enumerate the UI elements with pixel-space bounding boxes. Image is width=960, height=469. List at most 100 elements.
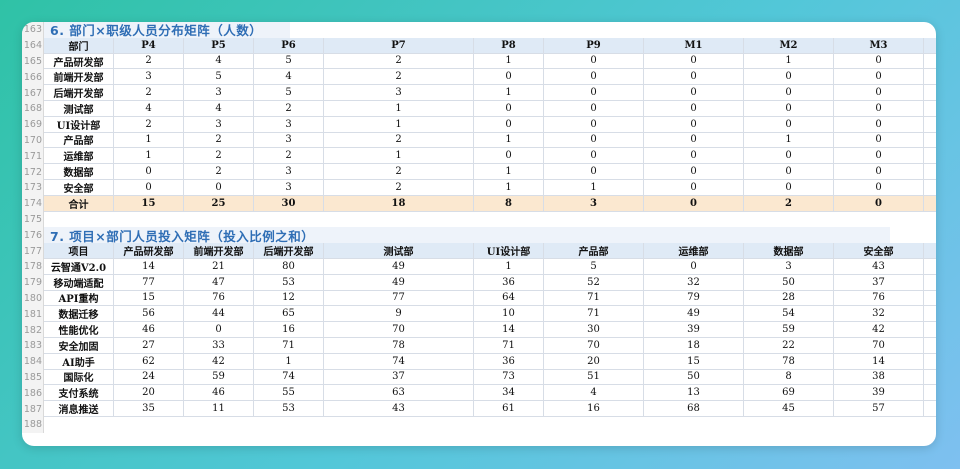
value-cell[interactable]: 50 [744,274,834,291]
value-cell[interactable]: 63 [324,385,474,402]
value-cell[interactable]: 4 [544,385,644,402]
row-label-cell[interactable]: 国际化 [44,369,114,386]
value-cell[interactable]: 47 [184,274,254,291]
value-cell[interactable]: 71 [544,290,644,307]
value-cell[interactable]: 3 [254,179,324,196]
value-cell[interactable]: 3 [744,258,834,275]
value-cell[interactable]: 32 [834,306,924,323]
row-label-cell[interactable]: 数据迁移 [44,306,114,323]
value-cell[interactable]: 44 [184,306,254,323]
value-cell[interactable]: 18 [644,337,744,354]
value-cell[interactable]: 54 [744,306,834,323]
value-cell[interactable]: 433 [924,275,936,291]
value-cell[interactable]: 22 [744,337,834,354]
value-cell[interactable]: 0 [114,164,184,180]
value-cell[interactable]: 389 [924,401,936,417]
column-header[interactable]: 合计 [924,243,936,259]
value-cell[interactable]: 9 [924,117,936,133]
value-cell[interactable]: 1 [474,258,544,275]
column-header[interactable]: 测试部 [324,243,474,259]
value-cell[interactable]: 0 [834,85,924,101]
value-cell[interactable]: 11 [184,401,254,417]
value-cell[interactable]: 343 [924,385,936,402]
value-cell[interactable]: 0 [744,116,834,133]
column-header[interactable]: P9 [544,37,644,54]
value-cell[interactable]: 1 [474,179,544,196]
value-cell[interactable]: 15 [924,54,936,70]
value-cell[interactable]: 76 [834,290,924,307]
value-cell[interactable]: 0 [544,53,644,70]
value-cell[interactable]: 1 [474,53,544,70]
value-cell[interactable]: 21 [184,258,254,275]
value-cell[interactable]: 0 [644,179,744,196]
row-label-cell[interactable]: AI助手 [44,353,114,370]
value-cell[interactable]: 4 [184,53,254,70]
value-cell[interactable]: 12 [254,290,324,307]
value-cell[interactable]: 62 [114,353,184,370]
value-cell[interactable]: 5 [544,258,644,275]
value-cell[interactable]: 101 [924,195,936,212]
value-cell[interactable]: 0 [644,164,744,180]
value-cell[interactable]: 0 [544,100,644,117]
column-header[interactable]: 产品研发部 [114,243,184,259]
value-cell[interactable]: 4 [254,69,324,86]
value-cell[interactable]: 43 [324,401,474,417]
value-cell[interactable]: 7 [924,180,936,196]
value-cell[interactable]: 77 [114,274,184,291]
value-cell[interactable]: 316 [924,322,936,338]
value-cell[interactable]: 79 [644,290,744,307]
value-cell[interactable]: 39 [644,322,744,338]
value-cell[interactable]: 68 [644,401,744,417]
value-cell[interactable]: 0 [114,179,184,196]
value-cell[interactable]: 1 [254,353,324,370]
value-cell[interactable]: 64 [474,290,544,307]
value-cell[interactable]: 15 [114,195,184,212]
value-cell[interactable]: 0 [644,116,744,133]
column-header[interactable]: P4 [114,37,184,54]
row-label-cell[interactable]: 性能优化 [44,322,114,338]
value-cell[interactable]: 1 [474,85,544,101]
row-label-cell[interactable]: 安全加固 [44,337,114,354]
value-cell[interactable]: 216 [924,259,936,275]
value-cell[interactable]: 2 [114,53,184,70]
value-cell[interactable]: 0 [834,195,924,212]
row-label-cell[interactable]: 运维部 [44,148,114,165]
column-header[interactable]: P8 [474,37,544,54]
value-cell[interactable]: 32 [644,274,744,291]
value-cell[interactable]: 0 [474,69,544,86]
value-cell[interactable]: 2 [324,69,474,86]
value-cell[interactable]: 24 [114,369,184,386]
value-cell[interactable]: 0 [834,53,924,70]
value-cell[interactable]: 51 [544,369,644,386]
value-cell[interactable]: 14 [114,258,184,275]
value-cell[interactable]: 14 [924,69,936,86]
value-cell[interactable]: 4 [184,100,254,117]
value-cell[interactable]: 0 [744,179,834,196]
value-cell[interactable]: 39 [834,385,924,402]
row-label-cell[interactable]: 测试部 [44,100,114,117]
value-cell[interactable]: 35 [114,401,184,417]
value-cell[interactable]: 0 [184,322,254,338]
column-header[interactable]: 安全部 [834,243,924,259]
value-cell[interactable]: 1 [324,148,474,165]
value-cell[interactable]: 0 [544,148,644,165]
value-cell[interactable]: 49 [324,258,474,275]
value-cell[interactable]: 0 [644,132,744,149]
row-label-cell[interactable]: 数据部 [44,164,114,180]
value-cell[interactable]: 0 [834,148,924,165]
column-header[interactable]: P6 [254,37,324,54]
row-label-cell[interactable]: 产品研发部 [44,53,114,70]
value-cell[interactable]: 3 [324,85,474,101]
column-header[interactable]: UI设计部 [474,243,544,259]
value-cell[interactable]: 70 [324,322,474,338]
column-header[interactable]: M2 [744,37,834,54]
row-label-cell[interactable]: UI设计部 [44,116,114,133]
value-cell[interactable]: 0 [744,164,834,180]
value-cell[interactable]: 0 [834,164,924,180]
value-cell[interactable]: 80 [254,258,324,275]
value-cell[interactable]: 76 [184,290,254,307]
value-cell[interactable]: 2 [184,132,254,149]
value-cell[interactable]: 33 [184,337,254,354]
value-cell[interactable]: 2 [324,164,474,180]
column-header[interactable]: 合计 [924,37,936,54]
